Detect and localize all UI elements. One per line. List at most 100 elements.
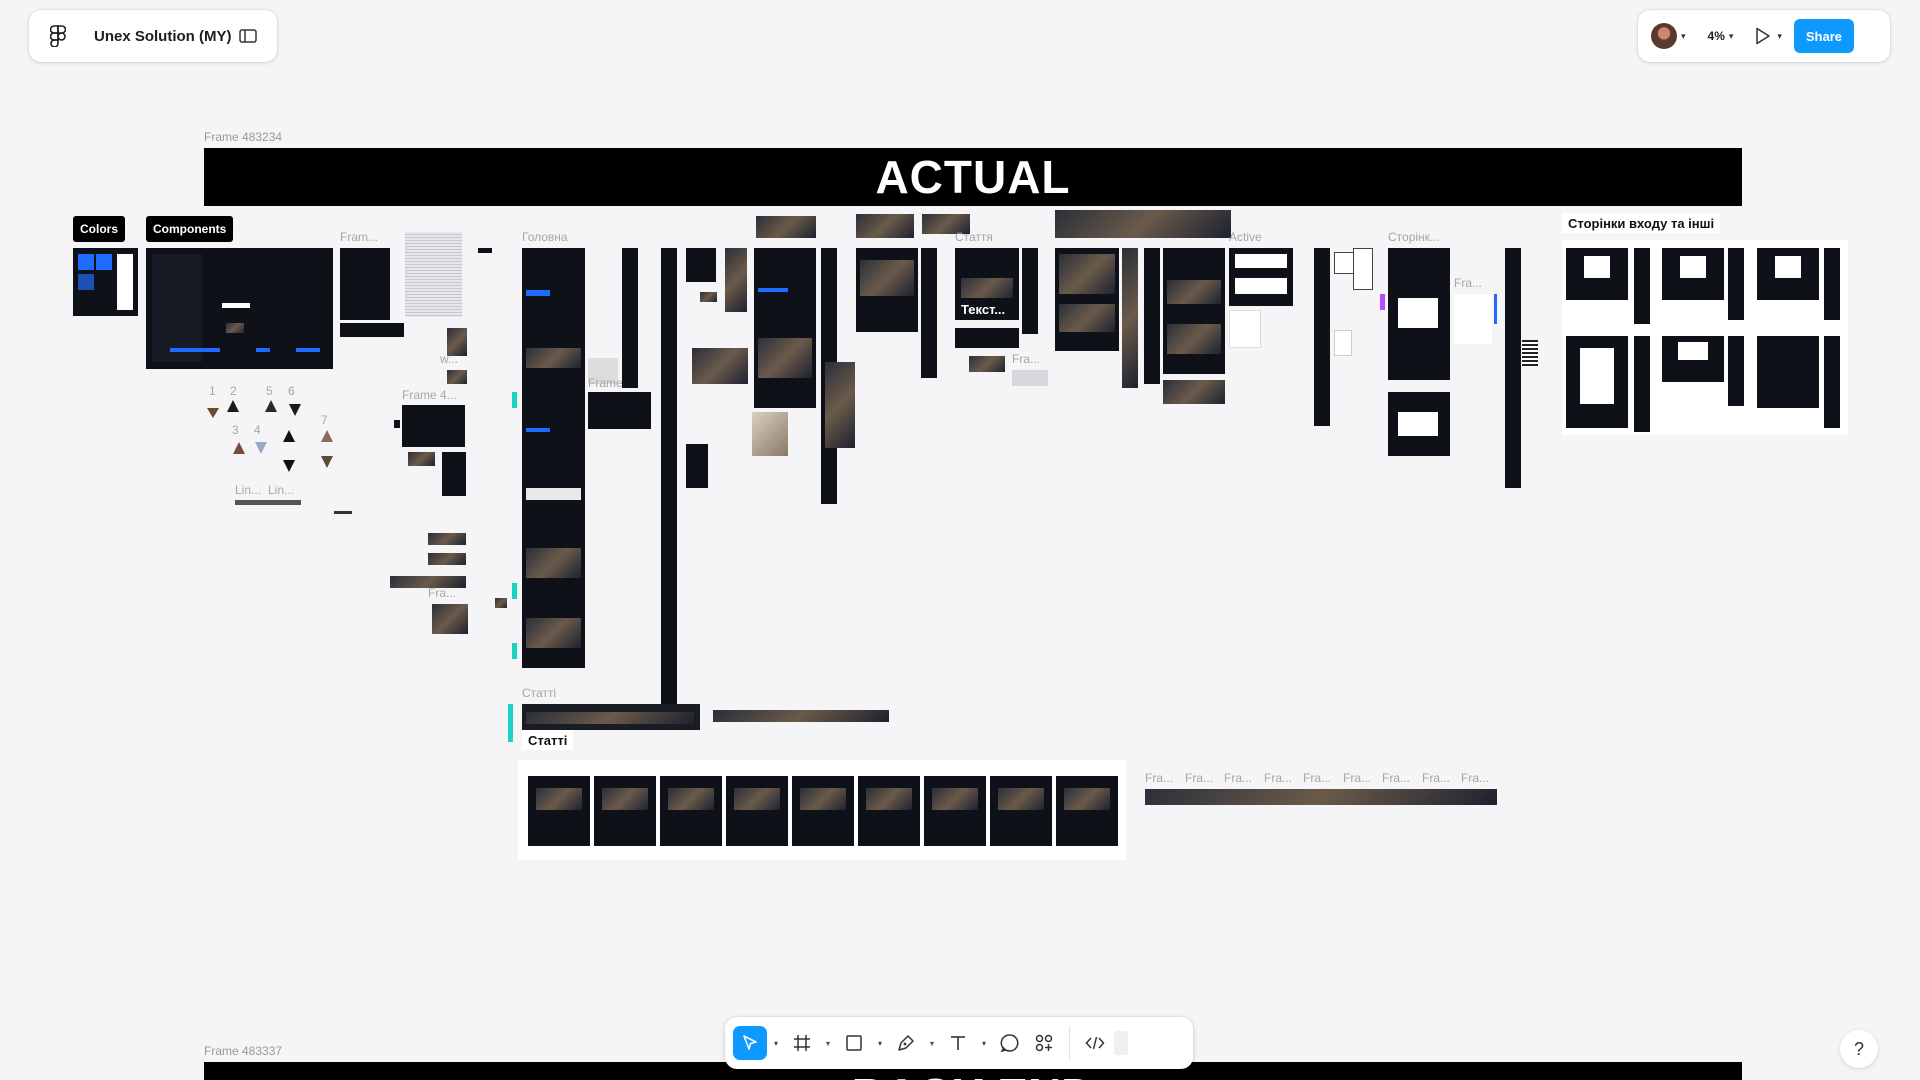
file-name[interactable]: Unex Solution (MY) (94, 28, 232, 45)
frame-label[interactable]: Fra... (1422, 771, 1450, 785)
frame-label[interactable]: Головна (522, 230, 568, 244)
dev-mode-toggle[interactable] (1114, 1031, 1128, 1055)
login-pages-tag[interactable]: Сторінки входу та інші (1562, 213, 1721, 233)
selection-handle[interactable] (512, 643, 517, 659)
frame-label[interactable]: Fra... (1145, 771, 1173, 785)
dark-frame[interactable] (686, 444, 708, 488)
frame-label[interactable]: Fra... (1224, 771, 1252, 785)
chevron-down-icon[interactable]: ▾ (1681, 31, 1686, 42)
mobile-frame[interactable] (1022, 248, 1038, 334)
mobile-frame[interactable] (1122, 248, 1138, 388)
chevron-down-icon[interactable]: ▾ (1729, 31, 1734, 42)
articles-tag[interactable]: Статті (522, 730, 574, 750)
holovna-page-frame[interactable] (522, 248, 585, 668)
selection-handle[interactable] (512, 583, 517, 599)
share-button[interactable]: Share (1793, 19, 1854, 53)
image-thumb[interactable] (428, 533, 466, 545)
image-thumb[interactable] (752, 412, 788, 456)
rectangle-icon[interactable] (837, 1026, 871, 1060)
image-thumb[interactable] (432, 604, 468, 634)
dark-frame[interactable] (686, 248, 716, 282)
dark-frame[interactable] (394, 420, 400, 428)
dark-page-frame[interactable] (856, 248, 918, 332)
colors-tag[interactable]: Colors (73, 216, 126, 242)
image-thumb[interactable] (692, 348, 748, 384)
frame-label[interactable]: Fra... (1185, 771, 1213, 785)
dark-frame[interactable] (442, 452, 466, 496)
chevron-down-icon[interactable]: ▾ (1777, 31, 1782, 42)
mobile-frame-long[interactable] (661, 248, 677, 704)
chevron-down-icon[interactable]: ▾ (871, 1039, 889, 1048)
dark-frame[interactable] (402, 405, 465, 447)
frame-label[interactable]: Fra... (428, 586, 456, 600)
image-thumb[interactable] (1163, 380, 1225, 404)
mobile-frame[interactable] (1144, 248, 1160, 384)
frame-label[interactable]: Fra... (1454, 276, 1482, 290)
image-thumb[interactable] (1012, 370, 1048, 386)
components-frame[interactable] (146, 248, 333, 369)
chevron-down-icon[interactable]: ▾ (767, 1039, 785, 1048)
image-thumb[interactable] (447, 328, 467, 356)
chevron-down-icon[interactable]: ▾ (975, 1039, 993, 1048)
frame-label[interactable]: Fra... (1461, 771, 1489, 785)
image-thumb[interactable] (756, 216, 816, 238)
play-icon[interactable] (1753, 26, 1773, 46)
frame-label[interactable]: Fra... (1303, 771, 1331, 785)
selection-handle[interactable] (1380, 294, 1385, 310)
fra-row-images[interactable] (1145, 789, 1497, 805)
image-thumb[interactable] (447, 370, 467, 384)
white-frame[interactable] (1334, 252, 1354, 274)
sidebar-toggle-icon[interactable] (237, 25, 259, 47)
dark-page-frame[interactable] (1055, 248, 1119, 351)
frame-label[interactable]: Сторінк... (1388, 230, 1440, 244)
frame-label[interactable]: Frame (588, 376, 623, 390)
image-thumb[interactable] (825, 362, 855, 448)
image-thumb[interactable] (725, 248, 747, 312)
frame-label[interactable]: Frame 4... (402, 388, 457, 402)
lin-label[interactable]: Lin... (235, 483, 261, 497)
articles-panel[interactable] (518, 760, 1126, 860)
chevron-down-icon[interactable]: ▾ (923, 1039, 941, 1048)
frame-icon[interactable] (785, 1026, 819, 1060)
stattia-frame[interactable]: Текст... (955, 248, 1019, 320)
text-icon[interactable] (941, 1026, 975, 1060)
image-thumb[interactable] (408, 452, 435, 466)
frame-label[interactable]: Статті (522, 686, 556, 700)
image-thumb[interactable] (495, 598, 507, 608)
frame-label[interactable]: Стаття (955, 230, 993, 244)
banner-actual[interactable]: ACTUAL (204, 148, 1742, 206)
mobile-frame-long[interactable] (1314, 248, 1330, 426)
frame-bottom-label[interactable]: Frame 483337 (204, 1044, 282, 1058)
comment-icon[interactable] (993, 1026, 1027, 1060)
active-frame[interactable] (1229, 248, 1293, 306)
mobile-frame[interactable] (622, 248, 638, 388)
white-frame[interactable] (1454, 294, 1492, 344)
frame-label[interactable]: Active (1229, 230, 1262, 244)
components-tag[interactable]: Components (146, 216, 234, 242)
move-icon[interactable] (733, 1026, 767, 1060)
white-frame[interactable] (1334, 330, 1352, 356)
dark-page-frame[interactable] (754, 248, 816, 408)
triangle-components[interactable] (205, 398, 345, 478)
help-icon[interactable]: ? (1840, 1030, 1878, 1068)
lin-label[interactable]: Lin... (268, 483, 294, 497)
frame-label[interactable]: Fra... (1264, 771, 1292, 785)
mobile-frame[interactable] (921, 248, 937, 378)
image-thumb[interactable] (1055, 210, 1231, 238)
pen-icon[interactable] (889, 1026, 923, 1060)
frame-top-label[interactable]: Frame 483234 (204, 130, 282, 144)
dev-mode-icon[interactable] (1078, 1026, 1112, 1060)
white-frame[interactable] (1229, 310, 1261, 348)
white-frame[interactable] (1353, 248, 1373, 290)
selection-handle[interactable] (512, 392, 517, 408)
dark-page-frame[interactable] (1163, 248, 1225, 374)
storinky-frame[interactable] (1388, 392, 1450, 456)
list-frame[interactable] (1522, 340, 1538, 366)
dark-frame[interactable] (478, 248, 492, 253)
frame-label[interactable]: Fra... (1343, 771, 1371, 785)
image-thumb[interactable] (428, 553, 466, 565)
actions-icon[interactable] (1027, 1026, 1061, 1060)
login-pages-panel[interactable] (1562, 240, 1848, 435)
frame-label[interactable]: Fra... (1382, 771, 1410, 785)
frame-label[interactable]: Fra... (1012, 352, 1040, 366)
